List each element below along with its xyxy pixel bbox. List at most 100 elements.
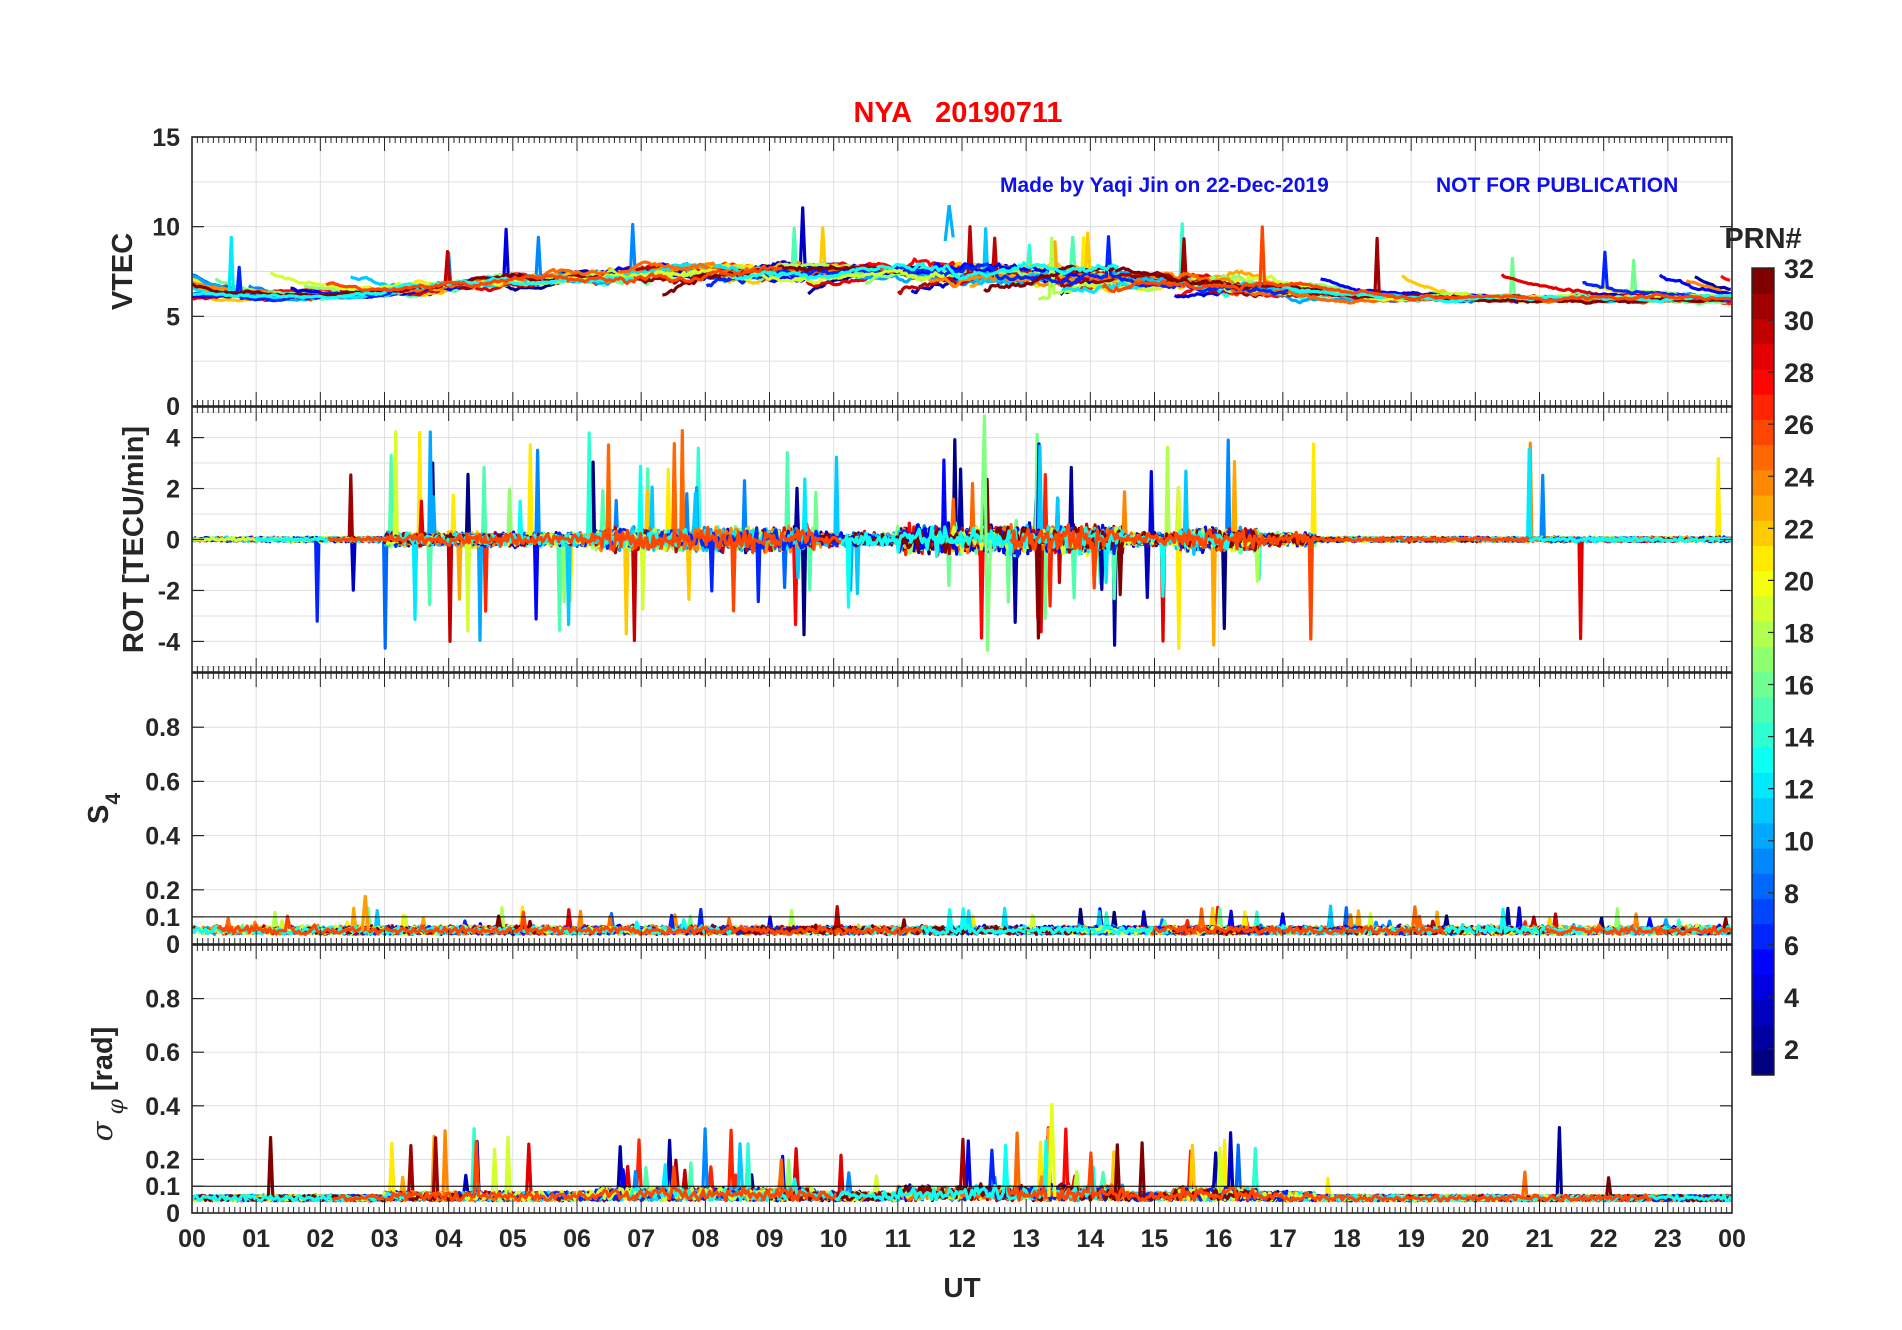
colorbar-tick-label: 14 bbox=[1784, 723, 1814, 753]
colorbar-band bbox=[1752, 268, 1774, 294]
x-tick-label: 21 bbox=[1526, 1225, 1554, 1253]
y-axis-label-rot: ROT [TECU/min] bbox=[118, 426, 150, 653]
colorbar-band bbox=[1752, 621, 1774, 647]
figure-background bbox=[0, 0, 1902, 1330]
y-tick-label: 0.6 bbox=[145, 1039, 180, 1067]
y-tick-label: 15 bbox=[152, 124, 180, 152]
colorbar-band bbox=[1752, 293, 1774, 320]
y-tick-label: -4 bbox=[158, 628, 180, 656]
x-tick-label: 23 bbox=[1654, 1225, 1682, 1253]
credit-annotation: Made by Yaqi Jin on 22-Dec-2019 bbox=[1000, 174, 1329, 197]
colorbar-band bbox=[1752, 873, 1774, 900]
x-tick-label: 11 bbox=[885, 1225, 912, 1253]
x-tick-label: 18 bbox=[1333, 1225, 1361, 1253]
y-tick-label: 0 bbox=[166, 393, 180, 421]
colorbar-tick-label: 16 bbox=[1784, 671, 1814, 701]
x-tick-label: 08 bbox=[691, 1225, 719, 1253]
colorbar-tick-label: 6 bbox=[1784, 931, 1799, 961]
colorbar-tick-label: 28 bbox=[1784, 358, 1814, 388]
x-tick-label: 13 bbox=[1012, 1225, 1040, 1253]
colorbar-tick-label: 12 bbox=[1784, 775, 1814, 805]
colorbar-tick-label: 24 bbox=[1784, 462, 1814, 492]
colorbar-band bbox=[1752, 822, 1774, 849]
y-tick-label: 2 bbox=[166, 476, 180, 504]
x-tick-label: 15 bbox=[1141, 1225, 1169, 1253]
colorbar-band bbox=[1752, 848, 1774, 874]
y-tick-label: 0.6 bbox=[145, 768, 180, 796]
chart-title: NYA 20190711 bbox=[853, 97, 1062, 129]
colorbar-band bbox=[1752, 1024, 1774, 1051]
x-tick-label: 05 bbox=[499, 1225, 527, 1253]
colorbar-band bbox=[1752, 494, 1774, 521]
y-tick-label: 0.4 bbox=[145, 1093, 180, 1121]
colorbar-tick-label: 4 bbox=[1784, 983, 1799, 1013]
y-tick-label: 0 bbox=[166, 1200, 180, 1228]
x-tick-label: 12 bbox=[948, 1225, 976, 1253]
x-tick-label: 22 bbox=[1590, 1225, 1618, 1253]
colorbar-band bbox=[1752, 646, 1774, 673]
x-tick-label: 00 bbox=[1718, 1225, 1746, 1253]
colorbar-tick-label: 8 bbox=[1784, 879, 1799, 909]
colorbar-band bbox=[1752, 343, 1774, 370]
x-tick-label: 03 bbox=[371, 1225, 399, 1253]
colorbar-label: PRN# bbox=[1724, 223, 1801, 255]
colorbar-band bbox=[1752, 898, 1774, 925]
x-tick-label: 17 bbox=[1269, 1225, 1297, 1253]
colorbar-band bbox=[1752, 747, 1774, 773]
colorbar-tick-label: 32 bbox=[1784, 254, 1814, 284]
y-tick-label: 0 bbox=[166, 527, 180, 555]
x-tick-label: 09 bbox=[756, 1225, 784, 1253]
colorbar-tick-label: 22 bbox=[1784, 514, 1814, 544]
y-tick-label: 0.2 bbox=[145, 877, 180, 905]
colorbar-tick-label: 26 bbox=[1784, 410, 1814, 440]
y-tick-label: 10 bbox=[152, 214, 180, 242]
y-axis-label-vtec: VTEC bbox=[107, 233, 139, 310]
colorbar-tick-label: 30 bbox=[1784, 306, 1814, 336]
x-tick-label: 06 bbox=[563, 1225, 591, 1253]
colorbar-band bbox=[1752, 772, 1774, 799]
colorbar-band bbox=[1752, 368, 1774, 395]
colorbar-band bbox=[1752, 570, 1774, 597]
colorbar-band bbox=[1752, 545, 1774, 572]
y-tick-label: 0.4 bbox=[145, 823, 180, 851]
colorbar-band bbox=[1752, 974, 1774, 1000]
x-tick-label: 16 bbox=[1205, 1225, 1233, 1253]
colorbar-band bbox=[1752, 444, 1774, 471]
x-tick-label: 10 bbox=[820, 1225, 848, 1253]
colorbar-tick-label: 18 bbox=[1784, 618, 1814, 648]
x-tick-label: 14 bbox=[1076, 1225, 1104, 1253]
colorbar-band bbox=[1752, 469, 1774, 496]
colorbar-band bbox=[1752, 923, 1774, 950]
colorbar-band bbox=[1752, 999, 1774, 1026]
y-tick-label: 0.1 bbox=[145, 1173, 180, 1201]
scintillation-figure: 051015VTEC-4-2024ROT [TECU/min]00.10.20.… bbox=[0, 0, 1902, 1330]
colorbar-band bbox=[1752, 318, 1774, 345]
x-tick-label: 19 bbox=[1397, 1225, 1425, 1253]
y-tick-label: 4 bbox=[166, 425, 180, 453]
colorbar-band bbox=[1752, 1049, 1774, 1076]
y-tick-label: 0 bbox=[166, 931, 180, 959]
notice-annotation: NOT FOR PUBLICATION bbox=[1436, 174, 1678, 197]
colorbar-band bbox=[1752, 721, 1774, 748]
colorbar-band bbox=[1752, 520, 1774, 547]
colorbar-tick-label: 2 bbox=[1784, 1035, 1799, 1065]
colorbar-band bbox=[1752, 595, 1774, 622]
colorbar-band bbox=[1752, 419, 1774, 446]
x-tick-label: 01 bbox=[242, 1225, 270, 1253]
y-tick-label: -2 bbox=[158, 577, 180, 605]
colorbar-band bbox=[1752, 948, 1774, 975]
y-tick-label: 0.2 bbox=[145, 1146, 180, 1174]
colorbar-band bbox=[1752, 696, 1774, 723]
y-tick-label: 0.1 bbox=[145, 904, 180, 932]
x-tick-label: 07 bbox=[627, 1225, 655, 1253]
colorbar-tick-label: 20 bbox=[1784, 566, 1814, 596]
x-tick-label: 00 bbox=[178, 1225, 206, 1253]
y-tick-label: 0.8 bbox=[145, 714, 180, 742]
x-tick-label: 04 bbox=[435, 1225, 463, 1253]
x-tick-label: 20 bbox=[1461, 1225, 1489, 1253]
y-tick-label: 0.8 bbox=[145, 986, 180, 1014]
colorbar-tick-label: 10 bbox=[1784, 827, 1814, 857]
colorbar-band bbox=[1752, 797, 1774, 824]
colorbar-band bbox=[1752, 394, 1774, 420]
x-tick-label: 02 bbox=[306, 1225, 334, 1253]
